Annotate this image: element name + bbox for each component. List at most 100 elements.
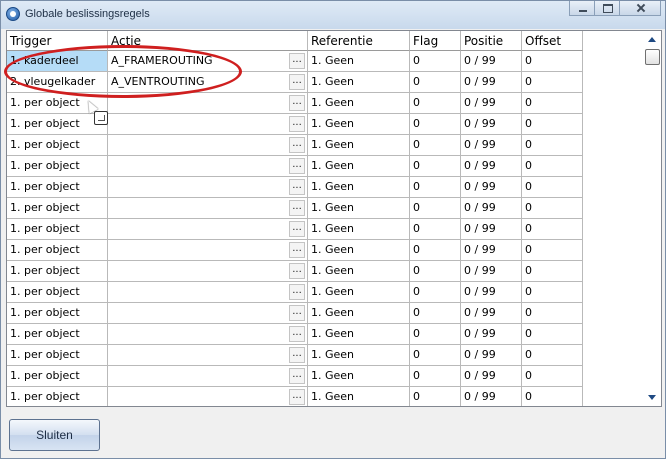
cell-trigger[interactable]: 1. kaderdeel: [7, 51, 108, 72]
table-row[interactable]: 1. per object... 1. Geen 0 0 / 99 0: [7, 282, 583, 303]
cell-referentie[interactable]: 1. Geen: [308, 366, 410, 387]
table-row[interactable]: 1. per object... 1. Geen 0 0 / 99 0: [7, 198, 583, 219]
cell-offset[interactable]: 0: [522, 135, 583, 156]
cell-trigger[interactable]: 1. per object: [7, 198, 108, 219]
cell-flag[interactable]: 0: [410, 177, 461, 198]
cell-positie[interactable]: 0 / 99: [461, 72, 522, 93]
cell-referentie[interactable]: 1. Geen: [308, 93, 410, 114]
cell-positie[interactable]: 0 / 99: [461, 93, 522, 114]
table-row[interactable]: 1. kaderdeel A_FRAMEROUTING... 1. Geen 0 0 /…: [7, 51, 583, 72]
cell-flag[interactable]: 0: [410, 114, 461, 135]
actie-ellipsis-button[interactable]: ...: [289, 158, 305, 174]
cell-referentie[interactable]: 1. Geen: [308, 72, 410, 93]
cell-trigger[interactable]: 1. per object: [7, 156, 108, 177]
cell-trigger[interactable]: 1. per object: [7, 345, 108, 366]
table-row[interactable]: 1. per object... 1. Geen 0 0 / 99 0: [7, 135, 583, 156]
actie-ellipsis-button[interactable]: ...: [289, 200, 305, 216]
actie-ellipsis-button[interactable]: ...: [289, 53, 305, 69]
close-dialog-button[interactable]: Sluiten: [9, 419, 100, 451]
actie-ellipsis-button[interactable]: ...: [289, 242, 305, 258]
cell-offset[interactable]: 0: [522, 261, 583, 282]
table-row[interactable]: 1. per object... 1. Geen 0 0 / 99 0: [7, 345, 583, 366]
cell-trigger[interactable]: 1. per object: [7, 240, 108, 261]
cell-referentie[interactable]: 1. Geen: [308, 156, 410, 177]
cell-offset[interactable]: 0: [522, 156, 583, 177]
table-row[interactable]: 1. per object... 1. Geen 0 0 / 99 0: [7, 303, 583, 324]
cell-actie[interactable]: ...: [108, 156, 308, 177]
cell-flag[interactable]: 0: [410, 345, 461, 366]
cell-trigger[interactable]: 1. per object: [7, 324, 108, 345]
cell-offset[interactable]: 0: [522, 387, 583, 406]
actie-ellipsis-button[interactable]: ...: [289, 305, 305, 321]
cell-trigger[interactable]: 2. vleugelkader: [7, 72, 108, 93]
cell-referentie[interactable]: 1. Geen: [308, 219, 410, 240]
cell-flag[interactable]: 0: [410, 72, 461, 93]
cell-offset[interactable]: 0: [522, 72, 583, 93]
cell-actie[interactable]: ...: [108, 177, 308, 198]
cell-trigger[interactable]: 1. per object: [7, 303, 108, 324]
cell-actie[interactable]: ...: [108, 366, 308, 387]
actie-ellipsis-button[interactable]: ...: [289, 347, 305, 363]
cell-positie[interactable]: 0 / 99: [461, 177, 522, 198]
actie-ellipsis-button[interactable]: ...: [289, 74, 305, 90]
column-header-referentie[interactable]: Referentie: [308, 31, 410, 51]
rules-grid[interactable]: Trigger Actie Referentie Flag Positie Of…: [6, 30, 662, 407]
cell-offset[interactable]: 0: [522, 366, 583, 387]
cell-actie[interactable]: ...: [108, 240, 308, 261]
cell-referentie[interactable]: 1. Geen: [308, 387, 410, 406]
cell-flag[interactable]: 0: [410, 156, 461, 177]
cell-offset[interactable]: 0: [522, 93, 583, 114]
cell-actie[interactable]: ...: [108, 282, 308, 303]
cell-actie[interactable]: ...: [108, 261, 308, 282]
cell-referentie[interactable]: 1. Geen: [308, 261, 410, 282]
cell-positie[interactable]: 0 / 99: [461, 261, 522, 282]
table-row[interactable]: 1. per object... 1. Geen 0 0 / 99 0: [7, 261, 583, 282]
cell-offset[interactable]: 0: [522, 219, 583, 240]
cell-positie[interactable]: 0 / 99: [461, 366, 522, 387]
cell-trigger[interactable]: 1. per object: [7, 387, 108, 406]
table-row[interactable]: 1. per object... 1. Geen 0 0 / 99 0: [7, 240, 583, 261]
cell-referentie[interactable]: 1. Geen: [308, 198, 410, 219]
cell-positie[interactable]: 0 / 99: [461, 156, 522, 177]
cell-positie[interactable]: 0 / 99: [461, 345, 522, 366]
cell-referentie[interactable]: 1. Geen: [308, 324, 410, 345]
actie-ellipsis-button[interactable]: ...: [289, 95, 305, 111]
cell-flag[interactable]: 0: [410, 219, 461, 240]
cell-actie[interactable]: ...: [108, 387, 308, 406]
cell-positie[interactable]: 0 / 99: [461, 240, 522, 261]
actie-ellipsis-button[interactable]: ...: [289, 137, 305, 153]
cell-referentie[interactable]: 1. Geen: [308, 303, 410, 324]
cell-offset[interactable]: 0: [522, 51, 583, 72]
table-row[interactable]: 1. per object... 1. Geen 0 0 / 99 0: [7, 324, 583, 345]
cell-actie[interactable]: ...: [108, 114, 308, 135]
actie-ellipsis-button[interactable]: ...: [289, 368, 305, 384]
cell-flag[interactable]: 0: [410, 198, 461, 219]
cell-flag[interactable]: 0: [410, 240, 461, 261]
cell-positie[interactable]: 0 / 99: [461, 198, 522, 219]
cell-actie[interactable]: ...: [108, 135, 308, 156]
maximize-icon[interactable]: [594, 1, 620, 16]
vertical-scrollbar[interactable]: [644, 31, 661, 406]
table-row[interactable]: 1. per object... 1. Geen 0 0 / 99 0: [7, 366, 583, 387]
cell-positie[interactable]: 0 / 99: [461, 387, 522, 406]
cell-flag[interactable]: 0: [410, 282, 461, 303]
cell-offset[interactable]: 0: [522, 303, 583, 324]
cell-offset[interactable]: 0: [522, 177, 583, 198]
cell-positie[interactable]: 0 / 99: [461, 282, 522, 303]
cell-positie[interactable]: 0 / 99: [461, 51, 522, 72]
cell-actie[interactable]: ...: [108, 303, 308, 324]
table-row[interactable]: 2. vleugelkader A_VENTROUTING... 1. Geen 0 0…: [7, 72, 583, 93]
actie-ellipsis-button[interactable]: ...: [289, 284, 305, 300]
cell-trigger[interactable]: 1. per object: [7, 219, 108, 240]
cell-actie[interactable]: A_VENTROUTING...: [108, 72, 308, 93]
cell-offset[interactable]: 0: [522, 324, 583, 345]
actie-ellipsis-button[interactable]: ...: [289, 116, 305, 132]
cell-flag[interactable]: 0: [410, 135, 461, 156]
actie-ellipsis-button[interactable]: ...: [289, 389, 305, 405]
cell-flag[interactable]: 0: [410, 303, 461, 324]
actie-ellipsis-button[interactable]: ...: [289, 326, 305, 342]
column-header-trigger[interactable]: Trigger: [7, 31, 108, 51]
cell-positie[interactable]: 0 / 99: [461, 114, 522, 135]
cell-positie[interactable]: 0 / 99: [461, 135, 522, 156]
cell-flag[interactable]: 0: [410, 387, 461, 406]
